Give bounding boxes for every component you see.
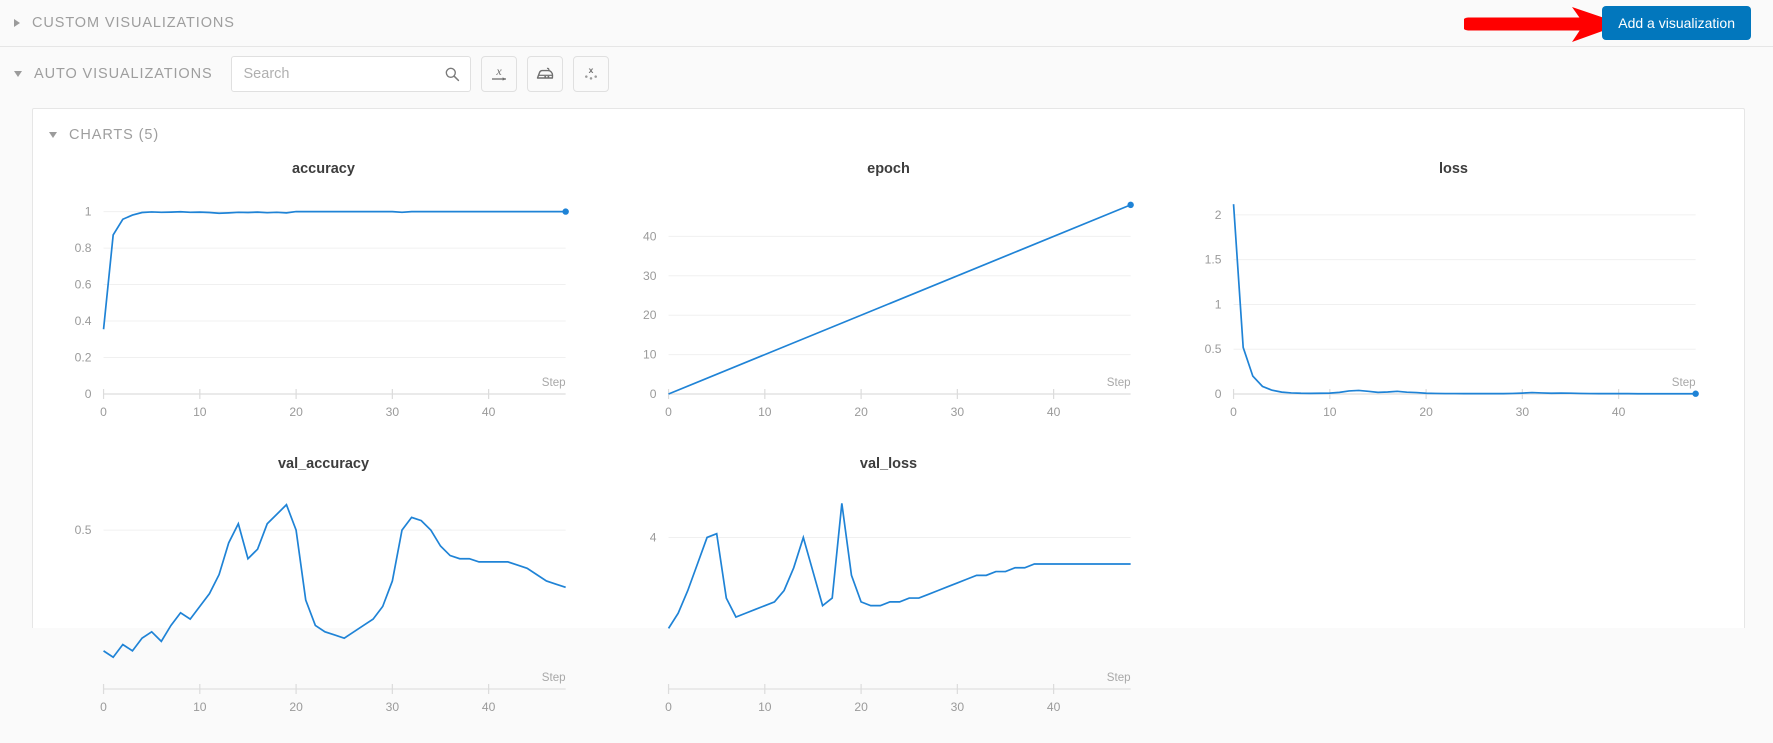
svg-text:30: 30 [386,405,400,419]
svg-text:0.2: 0.2 [75,351,92,365]
chart-title: val_loss [859,456,918,472]
chart-title: epoch [867,161,910,177]
svg-text:1: 1 [1215,298,1222,312]
svg-text:40: 40 [482,405,496,419]
svg-text:1.5: 1.5 [1205,253,1222,267]
series-line [669,205,1131,394]
chart-title: loss [1438,161,1468,177]
chart-title: val_accuracy [277,456,370,472]
svg-text:30: 30 [951,405,965,419]
svg-text:10: 10 [643,348,657,362]
svg-text:10: 10 [193,405,207,419]
svg-text:30: 30 [1516,405,1530,419]
charts-panel-label: CHARTS (5) [69,127,160,143]
svg-text:20: 20 [643,308,657,322]
chart-plot[interactable]: 0.5 0 10 20 30 40 Step [41,474,606,729]
svg-text:0.6: 0.6 [75,278,92,292]
scatter-outlier-icon: x [584,65,597,80]
svg-text:20: 20 [289,700,303,714]
chart-card-accuracy[interactable]: accuracy 0 0.2 0.4 0.6 0.8 1 0 10 20 30 40 Step [41,153,606,448]
svg-text:40: 40 [482,700,496,714]
chart-title: accuracy [292,161,355,177]
svg-text:0.8: 0.8 [75,241,92,255]
add-visualization-button[interactable]: Add a visualization [1602,6,1751,40]
svg-text:10: 10 [758,700,772,714]
red-arrow-annotation [1464,7,1622,42]
svg-text:30: 30 [951,700,965,714]
svg-text:20: 20 [854,405,868,419]
svg-text:0: 0 [85,387,92,401]
svg-text:40: 40 [1047,405,1061,419]
custom-visualizations-header[interactable]: CUSTOM VISUALIZATIONS Add a visualizatio… [0,0,1773,47]
chevron-down-icon[interactable] [14,71,22,77]
svg-text:10: 10 [193,700,207,714]
auto-visualizations-toolbar: x x [230,56,609,92]
svg-text:x: x [495,64,502,78]
svg-text:30: 30 [643,269,657,283]
svg-text:20: 20 [289,405,303,419]
auto-visualizations-header: AUTO VISUALIZATIONS x [0,47,1773,101]
svg-text:Step: Step [542,377,566,389]
charts-grid: accuracy 0 0.2 0.4 0.6 0.8 1 0 10 20 30 40 Step epoch… [33,153,1744,743]
svg-text:10: 10 [1323,405,1337,419]
chevron-down-icon[interactable] [49,132,57,138]
svg-text:0.4: 0.4 [75,314,92,328]
chart-plot[interactable]: 00.511.520 10 20 30 40Step [1171,179,1736,434]
series-end-marker [1127,201,1134,209]
chart-card-val_loss[interactable]: val_loss 4 0 10 20 30 40 Step [606,448,1171,743]
svg-text:Step: Step [1107,377,1131,389]
svg-text:20: 20 [854,700,868,714]
chart-card-val_accuracy[interactable]: val_accuracy 0.5 0 10 20 30 40 Step [41,448,606,743]
search-icon [445,67,459,82]
chart-plot[interactable]: 00.20.40.60.810 10 20 30 40Step [41,179,606,434]
svg-text:0: 0 [665,700,672,714]
svg-text:0: 0 [100,700,107,714]
chart-card-loss[interactable]: loss 0 0.5 1 1.5 2 0 10 20 30 40 Step [1171,153,1736,448]
svg-text:0: 0 [1230,405,1237,419]
svg-text:x: x [588,65,593,75]
series-line [104,505,566,658]
svg-text:Step: Step [542,672,566,684]
smoothing-button[interactable] [526,56,563,92]
svg-text:0.5: 0.5 [75,523,92,537]
svg-text:40: 40 [643,229,657,243]
svg-text:40: 40 [1612,405,1626,419]
svg-text:0: 0 [650,387,657,401]
series-line [104,212,566,330]
auto-visualizations-label: AUTO VISUALIZATIONS [34,66,213,82]
charts-panel-header[interactable]: CHARTS (5) [33,109,1744,153]
chart-plot[interactable]: 0 10 20 30 40 0 10 20 30 40 Step [606,179,1171,434]
svg-text:0: 0 [1215,387,1222,401]
chevron-right-icon[interactable] [14,19,20,27]
svg-text:0: 0 [665,405,672,419]
chart-card-epoch[interactable]: epoch 0 10 20 30 40 0 10 20 30 40 Step [606,153,1171,448]
svg-text:30: 30 [386,700,400,714]
svg-text:Step: Step [1672,377,1696,389]
charts-panel: CHARTS (5) accuracy 0 0.2 0.4 0.6 0.8 1 0 10 20 30… [32,108,1745,714]
svg-text:Step: Step [1107,672,1131,684]
chart-plot[interactable]: 40 10 20 30 40Step [606,474,1171,729]
svg-text:10: 10 [758,405,772,419]
custom-visualizations-label: CUSTOM VISUALIZATIONS [32,15,235,31]
series-line [669,503,1131,628]
search-input[interactable] [231,57,470,91]
x-axis-icon: x [491,64,506,81]
x-axis-button[interactable]: x [480,56,517,92]
svg-text:4: 4 [650,531,657,545]
outliers-button[interactable]: x [572,56,609,92]
series-line [1234,204,1696,394]
search-field-wrapper[interactable] [230,56,471,92]
series-end-marker [1692,390,1699,397]
series-end-marker [562,208,569,215]
svg-text:40: 40 [1047,700,1061,714]
svg-text:0: 0 [100,405,107,419]
svg-text:0.5: 0.5 [1205,342,1222,356]
svg-text:20: 20 [1419,405,1433,419]
svg-text:2: 2 [1215,208,1222,222]
svg-text:1: 1 [85,205,92,219]
iron-icon [536,67,553,79]
